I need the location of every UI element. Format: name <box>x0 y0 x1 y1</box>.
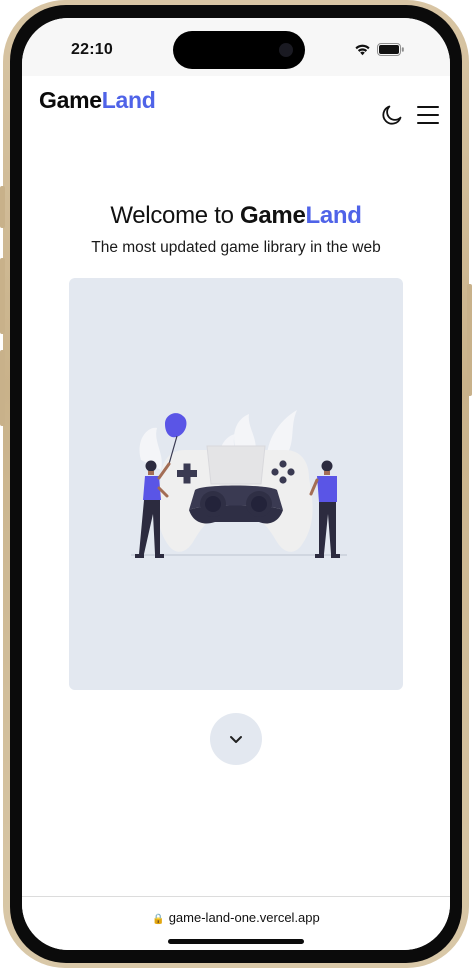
hero-title: Welcome to GameLand <box>22 202 450 230</box>
volume-down-button <box>0 350 5 426</box>
gameland-logo[interactable]: GameLand <box>39 87 156 114</box>
phone-bezel: 22:10 GameLand Welcome to GameLand The m… <box>10 5 462 963</box>
status-time: 22:10 <box>71 41 113 58</box>
wifi-icon <box>355 44 370 56</box>
chevron-down-icon <box>230 735 242 743</box>
hero-title-brand-game: Game <box>239 202 306 229</box>
front-camera <box>279 43 293 57</box>
moon-icon <box>382 105 402 125</box>
logo-part-game: Game <box>39 87 102 113</box>
lock-icon: 🔒 <box>152 914 165 925</box>
status-bar: 22:10 <box>22 18 450 76</box>
hero-illustration-card <box>69 278 403 690</box>
logo-part-land: Land <box>101 87 156 113</box>
menu-button[interactable] <box>415 102 441 128</box>
scroll-down-button[interactable] <box>210 713 262 765</box>
url-display[interactable]: 🔒 game-land-one.vercel.app <box>22 910 450 925</box>
hero-subtitle: The most updated game library in the web <box>91 239 381 256</box>
gamers-with-controller-illustration <box>131 410 347 558</box>
silent-switch <box>0 186 5 228</box>
phone-frame: 22:10 GameLand Welcome to GameLand The m… <box>0 0 472 968</box>
battery-icon <box>377 43 404 56</box>
status-icons <box>354 43 405 56</box>
hero-title-brand-land: Land <box>305 202 362 229</box>
dynamic-island <box>173 31 305 69</box>
hero-title-prefix: Welcome to <box>110 202 240 229</box>
home-indicator[interactable] <box>168 939 304 944</box>
url-text: game-land-one.vercel.app <box>168 910 320 925</box>
power-button <box>467 284 472 396</box>
phone-screen: 22:10 GameLand Welcome to GameLand The m… <box>22 18 450 950</box>
app-header: GameLand <box>22 76 450 146</box>
theme-toggle-button[interactable] <box>379 102 405 128</box>
volume-up-button <box>0 258 5 334</box>
menu-icon <box>417 106 439 124</box>
